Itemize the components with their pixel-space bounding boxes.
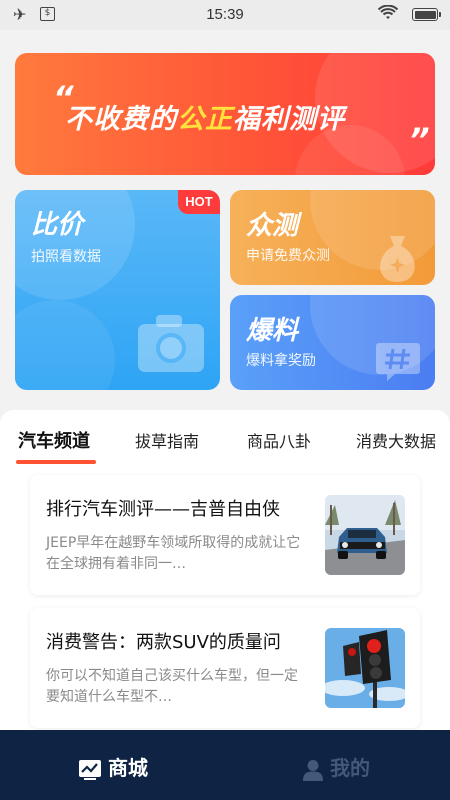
tip-off-card[interactable]: 爆料 爆料拿奖励 bbox=[230, 295, 435, 390]
nav-mine[interactable]: 我的 bbox=[302, 752, 370, 781]
slogan-part: 不收费的 bbox=[65, 104, 177, 135]
person-icon bbox=[303, 759, 323, 781]
crowd-test-card[interactable]: 众测 申请免费众测 bbox=[230, 190, 435, 285]
chart-monitor-icon bbox=[79, 759, 101, 780]
article-title: 排行汽车测评——吉普自由侠 bbox=[46, 499, 280, 520]
status-bar: ✈ $ 15:39 bbox=[0, 0, 450, 30]
nav-mine-label: 我的 bbox=[330, 756, 370, 780]
tab-product-gossip[interactable]: 商品八卦 bbox=[247, 428, 311, 452]
tip-off-title: 爆料 bbox=[246, 316, 299, 346]
camera-icon bbox=[138, 315, 204, 372]
article-card[interactable]: 消费警告：两款SUV的质量问 你可以不知道自己该买什么车型，但一定要知道什么车型… bbox=[30, 608, 420, 728]
crowd-test-title: 众测 bbox=[246, 211, 299, 241]
article-description: 你可以不知道自己该买什么车型，但一定要知道什么车型不… bbox=[46, 668, 298, 705]
battery-icon bbox=[412, 8, 441, 21]
tab-weed-out-guide[interactable]: 拔草指南 bbox=[135, 428, 199, 452]
nav-shop[interactable]: 商城 bbox=[78, 752, 148, 781]
tab-consumer-big-data[interactable]: 消费大数据 bbox=[356, 428, 436, 452]
compare-card[interactable]: 比价 拍照看数据 HOT bbox=[15, 190, 220, 390]
article-thumbnail bbox=[325, 495, 405, 575]
banner-slogan: 不收费的公正福利测评 bbox=[65, 97, 345, 136]
money-bag-icon bbox=[380, 236, 415, 282]
hashtag-chat-icon bbox=[376, 343, 420, 381]
bottom-navigation: 商城 我的 bbox=[0, 730, 450, 800]
promo-banner[interactable]: “ 不收费的公正福利测评 ” bbox=[15, 53, 435, 175]
active-tab-indicator bbox=[16, 460, 96, 464]
wifi-icon bbox=[378, 5, 398, 19]
article-thumbnail bbox=[325, 628, 405, 708]
banner-close-quote: ” bbox=[409, 121, 430, 159]
article-title: 消费警告：两款SUV的质量问 bbox=[46, 632, 281, 653]
tip-off-subtitle: 爆料拿奖励 bbox=[246, 353, 316, 369]
article-description: JEEP早年在越野车领域所取得的成就让它在全球拥有着非同一… bbox=[46, 535, 301, 572]
hot-badge: HOT bbox=[178, 190, 220, 214]
card-decoration bbox=[15, 300, 115, 390]
compare-subtitle: 拍照看数据 bbox=[31, 249, 101, 265]
slogan-highlight: 公正 bbox=[177, 104, 233, 135]
crowd-test-subtitle: 申请免费众测 bbox=[246, 248, 330, 264]
tab-car-channel[interactable]: 汽车频道 bbox=[18, 427, 90, 453]
slogan-part: 福利测评 bbox=[233, 104, 345, 135]
article-card[interactable]: 排行汽车测评——吉普自由侠 JEEP早年在越野车领域所取得的成就让它在全球拥有着… bbox=[30, 475, 420, 595]
compare-title: 比价 bbox=[31, 210, 84, 240]
nav-shop-label: 商城 bbox=[108, 756, 148, 780]
